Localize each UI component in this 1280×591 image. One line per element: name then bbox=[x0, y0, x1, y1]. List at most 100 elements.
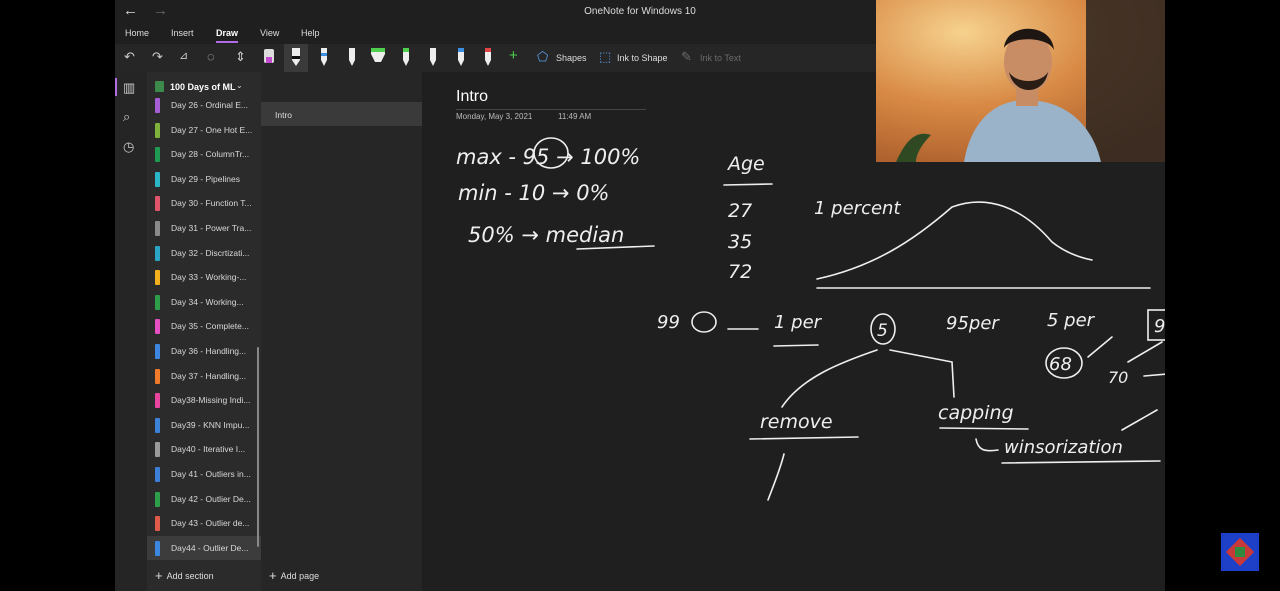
section-item-label: Day 35 - Complete... bbox=[171, 321, 249, 332]
section-item-label: Day 33 - Working-... bbox=[171, 272, 247, 283]
type-select-icon[interactable]: ⊿ bbox=[179, 49, 188, 62]
section-item[interactable]: Day 35 - Complete... bbox=[147, 314, 261, 338]
section-color-tab bbox=[155, 368, 160, 384]
ink-branch-left bbox=[781, 349, 878, 408]
section-item[interactable]: Day 42 - Outlier De... bbox=[147, 487, 261, 511]
section-color-tab bbox=[155, 344, 160, 359]
ink-to-text-button: Ink to Text bbox=[700, 53, 741, 63]
section-color-tab bbox=[155, 516, 160, 532]
notebook-name: 100 Days of ML bbox=[170, 82, 236, 92]
channel-logo-icon bbox=[1221, 533, 1259, 571]
shapes-icon[interactable]: ⬠ bbox=[537, 49, 548, 65]
ink-capping-underline bbox=[939, 427, 1029, 430]
tab-help[interactable]: Help bbox=[301, 28, 320, 38]
pen-6-icon[interactable] bbox=[396, 45, 416, 71]
undo-icon[interactable]: ↶ bbox=[124, 49, 135, 65]
chevron-down-icon[interactable]: ⌄ bbox=[236, 81, 243, 90]
ink-arrow-70 bbox=[1143, 373, 1165, 377]
ink-to-text-icon: ✎ bbox=[681, 49, 692, 64]
section-item[interactable]: Day 32 - Discrtizati... bbox=[147, 241, 261, 265]
recent-clock-icon[interactable]: ◷ bbox=[123, 139, 134, 155]
ink-arrow-box bbox=[1127, 341, 1163, 363]
ink-70: 70 bbox=[1108, 368, 1128, 387]
pen-8-icon[interactable] bbox=[451, 45, 471, 71]
section-color-tab bbox=[155, 442, 160, 458]
section-item-label: Day 32 - Discrtizati... bbox=[171, 247, 250, 258]
shapes-button[interactable]: Shapes bbox=[556, 53, 587, 63]
section-item[interactable]: Day 43 - Outlier de... bbox=[147, 511, 261, 535]
ink-arrow-68 bbox=[1087, 336, 1113, 358]
ink-age-2: 35 bbox=[728, 231, 752, 253]
notebooks-icon[interactable]: ▥ bbox=[115, 78, 135, 96]
tab-view[interactable]: View bbox=[260, 28, 279, 38]
add-section-button[interactable]: + Add section bbox=[155, 568, 214, 583]
tab-draw[interactable]: Draw bbox=[216, 28, 239, 43]
section-item[interactable]: Day 29 - Pipelines bbox=[147, 167, 261, 191]
add-pen-icon[interactable]: + bbox=[509, 47, 518, 64]
section-item[interactable]: Day 30 - Function T... bbox=[147, 191, 261, 215]
section-color-tab bbox=[155, 540, 160, 556]
section-item-label: Day 41 - Outliers in... bbox=[171, 469, 251, 479]
section-item-label: Day 27 - One Hot E... bbox=[171, 124, 253, 135]
ink-5per: 5 per bbox=[1047, 310, 1096, 331]
section-item[interactable]: Day 33 - Working-... bbox=[147, 265, 261, 289]
pen-2-icon[interactable] bbox=[286, 45, 306, 71]
add-section-label: Add section bbox=[166, 571, 214, 581]
pen-9-icon[interactable] bbox=[478, 45, 498, 71]
plus-icon: + bbox=[269, 568, 277, 583]
tab-home[interactable]: Home bbox=[125, 28, 149, 38]
ink-winsorization: winsorization bbox=[1004, 437, 1123, 458]
section-item-label: Day 30 - Function T... bbox=[171, 198, 252, 209]
tab-insert[interactable]: Insert bbox=[171, 28, 194, 38]
section-item[interactable]: Day 37 - Handling... bbox=[147, 364, 261, 388]
section-color-tab bbox=[155, 98, 160, 113]
plus-icon: + bbox=[155, 568, 163, 583]
pages-pane: Intro + Add page bbox=[261, 72, 422, 591]
sections-pane: 100 Days of ML ⌄ Day 26 - Ordinal E... Da… bbox=[147, 72, 261, 591]
highlighter-green-icon[interactable] bbox=[368, 45, 388, 71]
section-item[interactable]: Day 27 - One Hot E... bbox=[147, 118, 261, 142]
section-item[interactable]: Day38-Missing Indi... bbox=[147, 388, 261, 412]
section-item-label: Day 36 - Handling... bbox=[171, 346, 247, 356]
section-item[interactable]: Day 28 - ColumnTr... bbox=[147, 142, 261, 166]
section-color-tab bbox=[155, 147, 160, 163]
add-space-icon[interactable]: ⇕ bbox=[235, 49, 246, 65]
section-color-tab bbox=[155, 491, 160, 507]
section-item[interactable]: Day 41 - Outliers in... bbox=[147, 462, 261, 486]
pen-4-icon[interactable] bbox=[342, 45, 362, 71]
section-item[interactable]: Day44 - Outlier De... bbox=[147, 535, 261, 560]
search-icon[interactable]: ⌕ bbox=[123, 109, 130, 125]
pen-7-icon[interactable] bbox=[423, 45, 443, 71]
ink-median-line: 50% → median bbox=[468, 223, 624, 247]
pen-1-icon[interactable] bbox=[259, 45, 279, 71]
section-item[interactable]: Day39 - KNN Impu... bbox=[147, 413, 261, 437]
ink-to-shape-icon[interactable]: ⬚ bbox=[599, 49, 611, 65]
ink-95per-box: 95per bbox=[1154, 316, 1165, 337]
section-color-tab bbox=[155, 171, 160, 187]
section-item-label: Day 28 - ColumnTr... bbox=[171, 149, 250, 160]
lasso-select-icon[interactable]: ◌ bbox=[207, 49, 215, 64]
section-color-tab bbox=[155, 270, 160, 286]
ink-remove: remove bbox=[760, 411, 833, 433]
section-item-label: Day 42 - Outlier De... bbox=[171, 493, 251, 504]
page-item-intro[interactable]: Intro bbox=[261, 102, 422, 126]
section-item[interactable]: Day 26 - Ordinal E... bbox=[147, 93, 261, 117]
section-color-tab bbox=[155, 122, 160, 138]
section-color-tab bbox=[155, 294, 160, 310]
add-page-button[interactable]: + Add page bbox=[269, 568, 319, 583]
ink-to-shape-button[interactable]: Ink to Shape bbox=[617, 53, 668, 63]
pen-3-icon[interactable] bbox=[314, 45, 334, 71]
ink-remove-underline bbox=[749, 436, 859, 440]
section-item[interactable]: Day 34 - Working... bbox=[147, 290, 261, 314]
ink-arrow-up bbox=[767, 453, 785, 501]
section-item[interactable]: Day 36 - Handling... bbox=[147, 339, 261, 363]
ink-winsorization-underline bbox=[1001, 460, 1161, 464]
section-item[interactable]: Day40 - Iterative I... bbox=[147, 437, 261, 461]
ink-95per-a: 95per bbox=[946, 313, 1000, 334]
section-item-label: Day39 - KNN Impu... bbox=[171, 419, 250, 430]
section-item[interactable]: Day 31 - Power Tra... bbox=[147, 216, 261, 240]
ink-99: 99 bbox=[657, 312, 680, 333]
redo-icon[interactable]: ↷ bbox=[152, 49, 163, 65]
section-item-label: Day 43 - Outlier de... bbox=[171, 518, 250, 529]
section-scrollbar[interactable] bbox=[257, 347, 259, 547]
